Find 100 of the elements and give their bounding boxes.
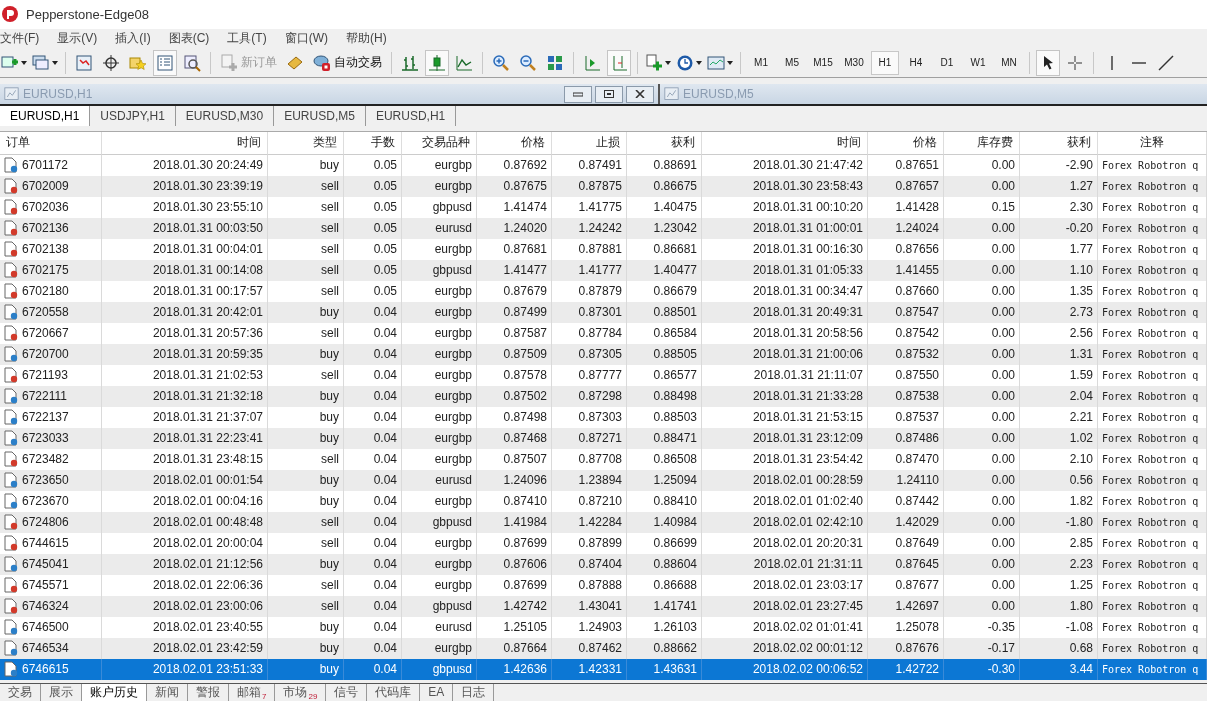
column-header[interactable]: 获利 (1020, 131, 1098, 155)
close-button[interactable] (626, 85, 654, 103)
chart-tab[interactable]: EURUSD,M5 (274, 106, 366, 126)
table-cell: 6722111 (22, 389, 67, 404)
column-header[interactable]: 类型 (268, 131, 344, 155)
menu-item[interactable]: 工具(T) (227, 30, 267, 48)
table-cell: 2018.02.01 00:01:54 (102, 469, 268, 491)
menu-item[interactable]: 显示(V) (57, 30, 98, 48)
table-cell: Forex Robotron q (1098, 301, 1207, 323)
timeframe-button[interactable]: M30 (840, 50, 868, 75)
table-cell: 0.04 (344, 301, 402, 323)
panel-tab[interactable]: 代码库 (367, 683, 421, 701)
timeframe-button[interactable]: M15 (809, 50, 837, 75)
chart-tab[interactable]: USDJPY,H1 (90, 106, 176, 126)
timeframe-button[interactable]: W1 (964, 50, 992, 75)
table-cell: 0.86675 (627, 175, 702, 197)
menu-item[interactable]: 图表(C) (168, 30, 210, 48)
timeframe-button[interactable]: D1 (933, 50, 961, 75)
column-header[interactable]: 时间 (702, 131, 868, 155)
table-cell: 0.87676 (868, 637, 944, 659)
table-cell: 6702180 (22, 284, 69, 299)
column-header[interactable]: 手数 (344, 131, 402, 155)
column-header[interactable]: 价格 (868, 131, 944, 155)
table-cell: 6702009 (22, 179, 69, 194)
panel-tab[interactable]: 新闻 (147, 683, 188, 701)
table-cell: -0.20 (1020, 217, 1098, 239)
column-header[interactable]: 交易品种 (402, 131, 477, 155)
table-cell: eurusd (402, 469, 477, 491)
candle-chart-button[interactable] (425, 49, 449, 76)
column-header[interactable]: 时间 (102, 131, 268, 155)
panel-tab[interactable]: 账户历史 (82, 683, 147, 701)
order-icon (4, 346, 18, 363)
table-cell: 6745041 (22, 557, 69, 572)
window-title: EURUSD,H1 (23, 87, 93, 102)
timeframe-button[interactable]: M5 (778, 50, 806, 75)
table-cell: 6746324 (22, 599, 69, 614)
restore-button[interactable] (595, 85, 623, 103)
chart-window-icon (664, 86, 679, 102)
table-cell: -1.80 (1020, 511, 1098, 533)
table-cell: buy (268, 385, 344, 407)
caret-icon (696, 60, 702, 65)
table-cell: 2018.02.01 23:42:59 (102, 637, 268, 659)
column-header[interactable]: 订单 (0, 131, 102, 155)
table-cell: 6724806 (22, 515, 69, 530)
column-header[interactable]: 止损 (552, 131, 627, 155)
tab-label: 账户历史 (90, 683, 138, 701)
panel-tab[interactable]: 信号 (326, 683, 368, 701)
timeframe-button[interactable]: H1 (871, 50, 899, 75)
table-cell: 0.87298 (552, 385, 627, 407)
terminal-button[interactable] (153, 49, 177, 76)
order-icon (4, 178, 18, 195)
chart-tab[interactable]: EURUSD,H1 (0, 106, 91, 126)
table-cell: 1.10 (1020, 259, 1098, 281)
cursor-button[interactable] (1036, 49, 1060, 76)
table-cell: 6720700 (22, 347, 69, 362)
column-header[interactable]: 注释 (1098, 131, 1207, 155)
table-cell: Forex Robotron q (1098, 385, 1207, 407)
table-cell: 0.88505 (627, 343, 702, 365)
panel-tab[interactable]: 日志 (453, 683, 495, 701)
table-cell: Forex Robotron q (1098, 553, 1207, 575)
tab-label: 市场 (283, 683, 308, 701)
auto-trading-button[interactable]: 自动交易 (310, 50, 385, 75)
table-cell: 2018.01.30 23:58:43 (702, 175, 868, 197)
crosshair-icon (102, 53, 120, 72)
table-cell: 2018.01.31 22:23:41 (102, 427, 268, 449)
table-cell: 6721193 (22, 368, 68, 383)
panel-icon (156, 53, 174, 72)
table-cell: 0.00 (944, 175, 1020, 197)
panel-tab[interactable]: 警报 (188, 683, 229, 701)
table-cell: 0.87538 (868, 385, 944, 407)
table-cell: 1.41984 (477, 511, 552, 533)
menu-item[interactable]: 帮助(H) (346, 30, 387, 48)
table-cell: 0.04 (344, 658, 402, 680)
tab-label: 交易 (8, 683, 32, 701)
timeframe-button[interactable]: H4 (902, 50, 930, 75)
table-cell: 0.00 (944, 553, 1020, 575)
order-icon (4, 640, 18, 657)
table-cell: Forex Robotron q (1098, 259, 1207, 281)
table-cell: sell (268, 511, 344, 533)
column-header[interactable]: 库存费 (944, 131, 1020, 155)
table-cell: 1.42697 (868, 595, 944, 617)
menu-item[interactable]: 窗口(W) (284, 30, 328, 48)
table-cell: buy (268, 301, 344, 323)
chart-tab[interactable]: EURUSD,H1 (365, 106, 457, 126)
chart-tab[interactable]: EURUSD,M30 (175, 106, 275, 126)
column-header[interactable]: 价格 (477, 131, 552, 155)
table-cell: Forex Robotron q (1098, 595, 1207, 617)
menu-item[interactable]: 插入(I) (115, 30, 151, 48)
tab-label: 警报 (196, 683, 220, 701)
panel-tab[interactable]: EA (420, 683, 454, 701)
table-cell: 6702136 (22, 221, 69, 236)
column-header[interactable]: 获利 (627, 131, 702, 155)
menu-item[interactable]: 文件(F) (0, 30, 40, 48)
table-cell: 2018.02.01 21:31:11 (702, 553, 868, 575)
table-cell: 2018.01.31 00:14:08 (102, 259, 268, 281)
timeframe-button[interactable]: MN (995, 50, 1023, 75)
table-cell: 2018.01.31 21:32:18 (102, 385, 268, 407)
panel-tab[interactable]: 交易 (0, 683, 41, 701)
timeframe-button[interactable]: M1 (747, 50, 775, 75)
table-cell: 2018.02.01 23:51:33 (102, 658, 268, 680)
